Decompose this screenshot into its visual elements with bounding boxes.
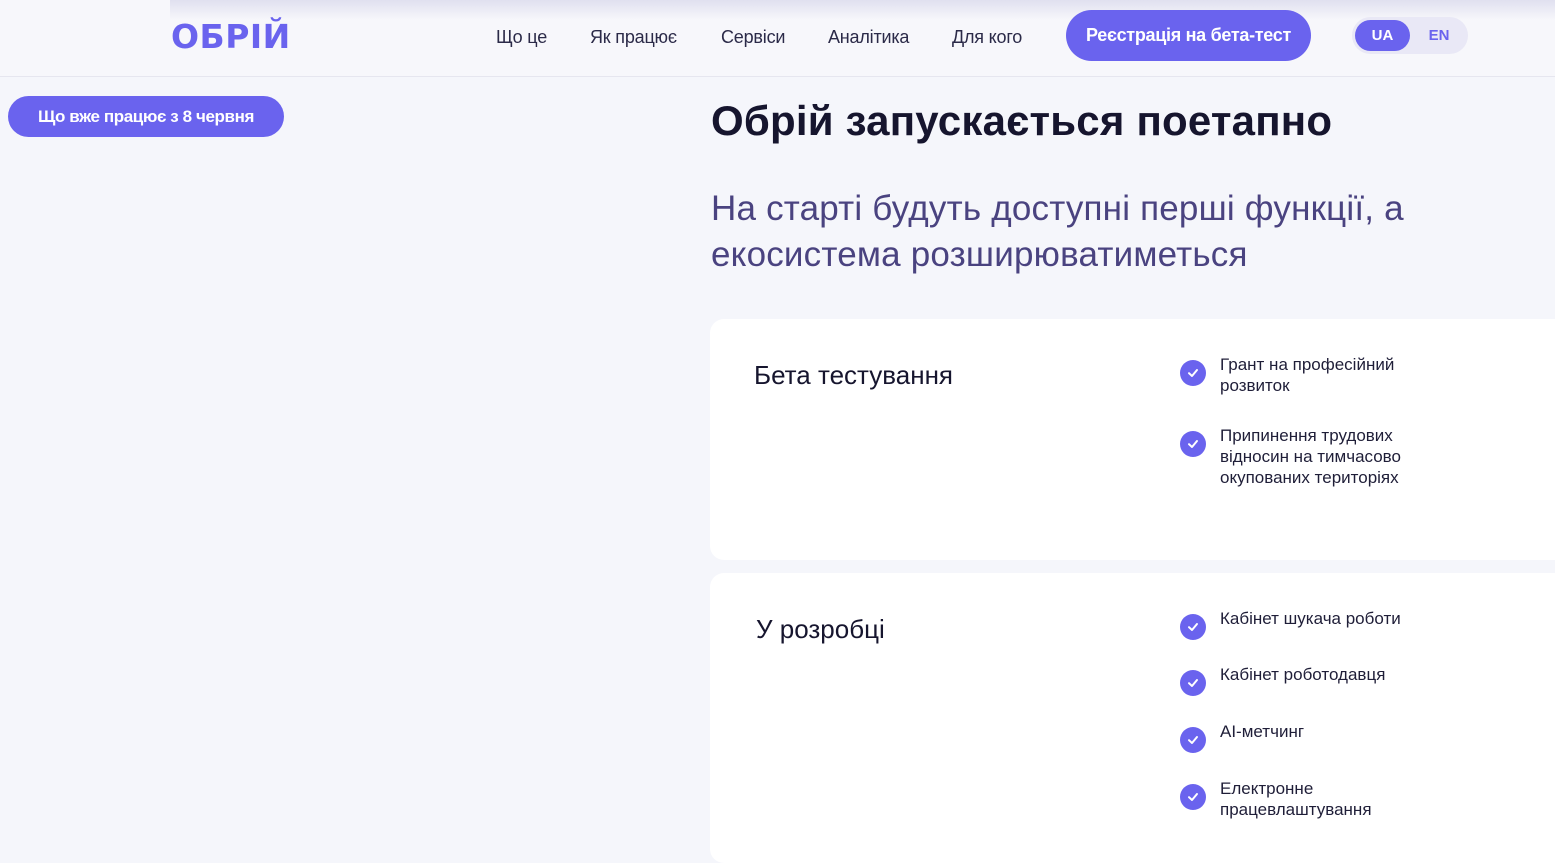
feature-label: Кабінет роботодавця	[1220, 665, 1386, 684]
nav-link-what-is[interactable]: Що це	[496, 26, 547, 48]
feature-label: Електронне працевлаштування	[1220, 779, 1372, 819]
check-circle-icon	[1180, 614, 1206, 640]
check-circle-icon	[1180, 431, 1206, 457]
site-logo[interactable]: ОБРІЙ	[171, 17, 291, 57]
section-title: Обрій запускається поетапно	[711, 97, 1333, 144]
nav-link-how-it-works[interactable]: Як працює	[590, 26, 677, 48]
beta-registration-button[interactable]: Реєстрація на бета-тест	[1066, 10, 1311, 61]
feature-label: Припинення трудових відносин на тимчасов…	[1220, 426, 1401, 487]
check-circle-icon	[1180, 670, 1206, 696]
section-subtitle: На старті будуть доступні перші функції,…	[711, 189, 1404, 274]
stage-card-beta: Бета тестування Грант на професійний роз…	[710, 319, 1555, 560]
site-header: ОБРІЙ Що це Як працює Сервіси Аналітика …	[0, 0, 1555, 77]
language-option-en[interactable]: EN	[1414, 20, 1464, 51]
language-option-ua[interactable]: UA	[1355, 20, 1410, 51]
nav-link-analytics[interactable]: Аналітика	[828, 26, 909, 48]
check-circle-icon	[1180, 360, 1206, 386]
header-shadow	[170, 0, 1555, 20]
feature-label: AI-метчинг	[1220, 722, 1305, 741]
check-circle-icon	[1180, 784, 1206, 810]
section-badge: Що вже працює з 8 червня	[8, 96, 284, 137]
stage-title: У розробці	[756, 614, 885, 644]
check-circle-icon	[1180, 727, 1206, 753]
stage-card-in-development: У розробці Кабінет шукача роботи Кабінет…	[710, 573, 1555, 863]
nav-link-services[interactable]: Сервіси	[721, 26, 785, 48]
stage-title: Бета тестування	[754, 360, 954, 390]
language-switcher: UA EN	[1352, 17, 1468, 54]
nav-link-for-whom[interactable]: Для кого	[952, 26, 1022, 48]
feature-label: Кабінет шукача роботи	[1220, 609, 1401, 628]
feature-label: Грант на професійний розвиток	[1220, 355, 1395, 395]
